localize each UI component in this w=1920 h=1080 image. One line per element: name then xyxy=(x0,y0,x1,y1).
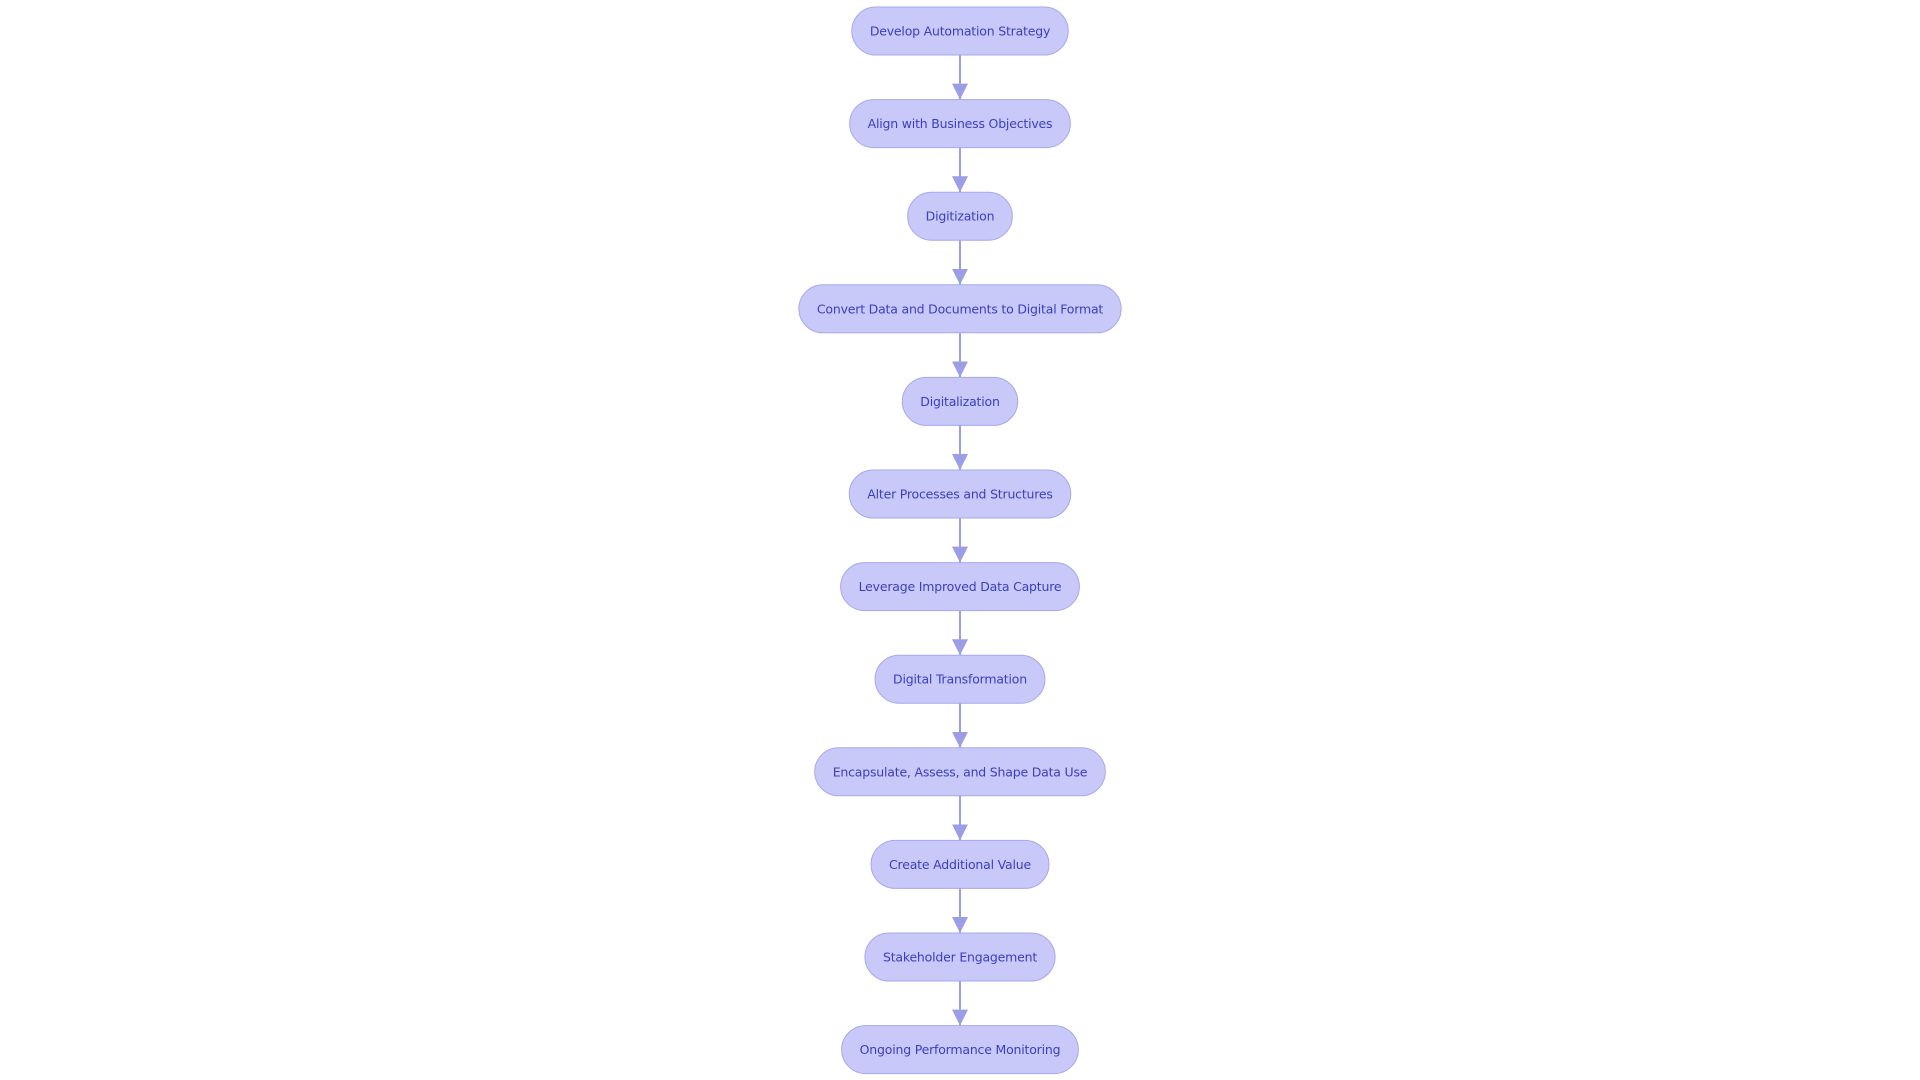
flow-node-label: Digitization xyxy=(926,209,995,224)
flow-node-label: Ongoing Performance Monitoring xyxy=(860,1042,1061,1057)
flow-node: Align with Business Objectives xyxy=(849,99,1071,149)
flow-node-label: Leverage Improved Data Capture xyxy=(859,579,1062,594)
flow-node-label: Encapsulate, Assess, and Shape Data Use xyxy=(833,764,1088,779)
flow-node-label: Create Additional Value xyxy=(889,857,1031,872)
flow-node-label: Align with Business Objectives xyxy=(868,116,1053,131)
flow-node: Ongoing Performance Monitoring xyxy=(841,1025,1079,1075)
flow-node: Digital Transformation xyxy=(874,654,1046,704)
flow-node: Create Additional Value xyxy=(870,839,1050,889)
flow-node-label: Digital Transformation xyxy=(893,672,1027,687)
flow-node-label: Convert Data and Documents to Digital Fo… xyxy=(817,301,1104,316)
flow-node: Stakeholder Engagement xyxy=(864,932,1056,982)
flow-node: Convert Data and Documents to Digital Fo… xyxy=(798,284,1122,334)
flow-node: Digitalization xyxy=(901,376,1019,426)
flow-node: Alter Processes and Structures xyxy=(848,469,1072,519)
flow-node: Leverage Improved Data Capture xyxy=(840,562,1080,612)
flow-node: Develop Automation Strategy xyxy=(851,6,1069,56)
flowchart-diagram: Develop Automation Strategy Align with Bu… xyxy=(798,6,1122,1075)
flow-node: Digitization xyxy=(907,191,1013,241)
flow-node: Encapsulate, Assess, and Shape Data Use xyxy=(814,747,1106,797)
flow-node-label: Develop Automation Strategy xyxy=(870,24,1051,39)
flow-node-label: Digitalization xyxy=(920,394,999,409)
flow-node-label: Alter Processes and Structures xyxy=(867,487,1052,502)
flow-node-label: Stakeholder Engagement xyxy=(883,950,1037,965)
